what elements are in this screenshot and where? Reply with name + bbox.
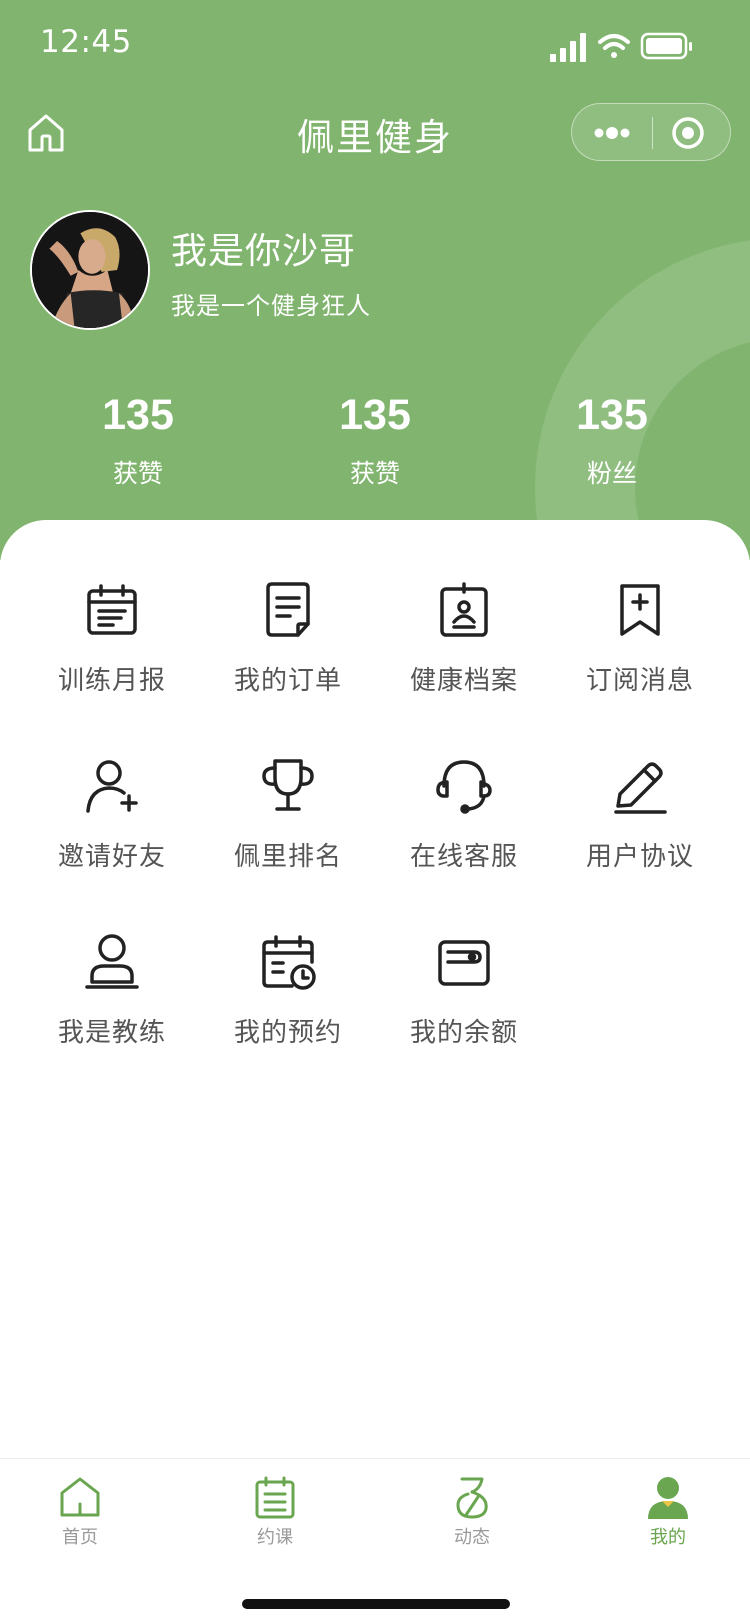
menu-item-label: 邀请好友 — [57, 842, 166, 872]
tab-schedule[interactable]: 约课 — [195, 1459, 355, 1559]
navigation-bar: 佩里健身 — [0, 95, 750, 171]
calendar-report-icon — [87, 584, 137, 635]
stat-likes-2[interactable]: 135 获赞 — [275, 390, 475, 490]
tab-profile[interactable]: 我的 — [588, 1459, 748, 1559]
stats-row: 135 获赞 135 获赞 135 粉丝 — [0, 390, 750, 500]
menu-item-label: 健康档案 — [409, 666, 518, 696]
tab-label: 约课 — [257, 1527, 293, 1548]
menu-item-my-appointments[interactable]: 我的预约 — [200, 932, 376, 1072]
bottom-tab-bar: 首页 约课 动态 我的 — [0, 1458, 750, 1624]
menu-item-label: 我的预约 — [233, 1018, 342, 1048]
stat-fans[interactable]: 135 粉丝 — [512, 390, 712, 490]
user-bio: 我是一个健身狂人 — [171, 292, 371, 320]
menu-panel: 训练月报 我的订单 健康档案 订阅消息 邀请好友 佩里排名 在线客服 用户协议 … — [0, 520, 750, 1584]
health-record-icon — [440, 582, 488, 637]
menu-item-label: 在线客服 — [409, 842, 518, 872]
user-profile: 我是你沙哥 我是一个健身狂人 — [30, 210, 730, 332]
tab-label: 首页 — [62, 1527, 98, 1548]
stat-value: 135 — [576, 391, 648, 439]
profile-icon — [648, 1477, 688, 1519]
menu-item-training-report[interactable]: 训练月报 — [24, 580, 200, 720]
status-icons — [550, 32, 692, 62]
home-icon — [60, 1477, 100, 1517]
menu-item-label: 佩里排名 — [233, 842, 342, 872]
close-target-icon[interactable] — [670, 115, 706, 151]
menu-item-label: 订阅消息 — [585, 666, 694, 696]
coach-icon — [85, 934, 139, 989]
menu-item-label: 我的订单 — [233, 666, 342, 696]
menu-item-invite-friends[interactable]: 邀请好友 — [24, 756, 200, 896]
menu-item-label: 我是教练 — [57, 1018, 166, 1048]
avatar[interactable] — [30, 210, 150, 330]
menu-item-ranking[interactable]: 佩里排名 — [200, 756, 376, 896]
pen-icon — [614, 762, 667, 814]
wallet-icon — [438, 940, 490, 986]
feed-icon — [456, 1477, 488, 1519]
stat-likes[interactable]: 135 获赞 — [38, 390, 238, 490]
menu-item-customer-service[interactable]: 在线客服 — [376, 756, 552, 896]
battery-icon — [640, 32, 692, 60]
more-icon[interactable] — [590, 108, 640, 158]
order-document-icon — [266, 582, 310, 637]
stat-label: 获赞 — [112, 459, 163, 488]
menu-item-label: 训练月报 — [57, 666, 166, 696]
capsule-divider — [652, 117, 653, 149]
headset-icon — [436, 760, 492, 814]
tab-label: 动态 — [454, 1527, 490, 1548]
calendar-clock-icon — [262, 935, 316, 990]
stat-label: 获赞 — [349, 459, 400, 488]
home-indicator — [242, 1599, 510, 1609]
menu-item-label: 我的余额 — [409, 1018, 518, 1048]
tab-label: 我的 — [650, 1527, 686, 1548]
menu-item-health-record[interactable]: 健康档案 — [376, 580, 552, 720]
menu-item-label: 用户协议 — [585, 842, 694, 872]
menu-item-subscriptions[interactable]: 订阅消息 — [552, 580, 728, 720]
avatar-photo — [32, 212, 148, 328]
user-name: 我是你沙哥 — [171, 231, 357, 272]
wifi-icon — [598, 34, 630, 58]
status-time: 12:45 — [40, 24, 132, 60]
trophy-icon — [262, 759, 314, 811]
user-plus-icon — [86, 760, 138, 813]
stat-value: 135 — [102, 391, 174, 439]
menu-item-coach[interactable]: 我是教练 — [24, 932, 200, 1072]
tab-feed[interactable]: 动态 — [392, 1459, 552, 1559]
mini-program-capsule — [571, 103, 731, 161]
menu-item-user-agreement[interactable]: 用户协议 — [552, 756, 728, 896]
tab-home[interactable]: 首页 — [0, 1459, 160, 1559]
signal-icon — [550, 33, 586, 62]
bookmark-plus-icon — [620, 584, 660, 636]
menu-item-my-orders[interactable]: 我的订单 — [200, 580, 376, 720]
menu-item-my-balance[interactable]: 我的余额 — [376, 932, 552, 1072]
schedule-icon — [255, 1476, 295, 1519]
stat-label: 粉丝 — [586, 459, 637, 488]
stat-value: 135 — [339, 391, 411, 439]
status-bar: 12:45 — [0, 0, 750, 90]
